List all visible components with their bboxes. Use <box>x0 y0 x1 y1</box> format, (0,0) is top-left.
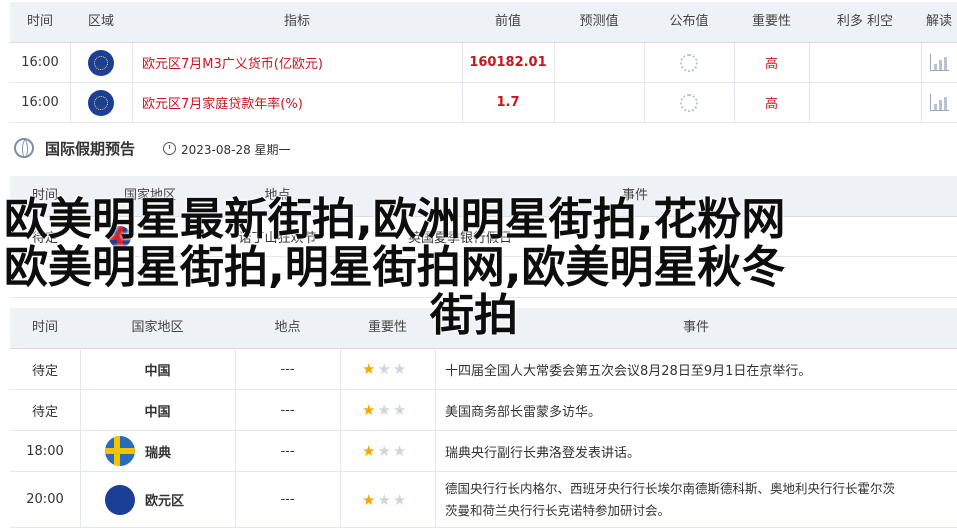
col-importance: 重要性 <box>367 320 407 335</box>
event-text: 十四届全国人大常委会第五次会议8月28日至9月1日在京举行。 <box>445 363 812 379</box>
clock-icon <box>163 142 176 155</box>
indicator-link[interactable]: 欧元区7月M3广义货币(亿欧元) <box>132 43 462 82</box>
country: 中国 <box>144 363 171 379</box>
col-actual: 公布值 <box>669 14 709 29</box>
col-country: 国家地区 <box>131 320 184 335</box>
importance-level: 高 <box>764 57 778 72</box>
country: 瑞典 <box>145 445 172 461</box>
importance-stars: ★ ★★ <box>362 401 409 419</box>
overlay-title-line2: 欧美明星街拍,明星街拍网,欧美明星秋冬 <box>4 242 786 293</box>
event-text: 德国央行行长内格尔、西班牙央行行长埃尔南德斯德科斯、奥地利央行行长霍尔茨 茨曼和… <box>445 480 896 518</box>
importance-level: 高 <box>764 97 778 112</box>
col-analysis: 解读 <box>925 14 952 29</box>
col-impact: 利多 利空 <box>836 14 894 29</box>
table-row: 20:00 欧元区 --- ★ ★★ 德国央行行长内格尔、西班牙央行行长埃尔南德斯… <box>10 472 957 528</box>
calendar-header: 时间 区域 指标 前值 预测值 公布值 重要性 利多 利空 解读 <box>10 2 957 43</box>
chart-icon[interactable] <box>921 43 957 82</box>
country: 欧元区 <box>145 494 185 509</box>
table-row: 18:00 瑞典 --- ★ ★★ 瑞典央行副行长弗洛登发表讲话。 <box>10 431 957 472</box>
col-time: 时间 <box>26 14 53 29</box>
prev-value: 1.7 <box>496 95 520 110</box>
importance-stars: ★ ★★ <box>362 442 409 460</box>
table-row: 待定 中国 --- ★ ★★ 十四届全国人大常委会第五次会议8月28日至9月1日在… <box>10 349 957 390</box>
table-row: 待定 中国 --- ★ ★★ 美国商务部长雷蒙多访华。 <box>10 390 957 431</box>
section-title: 国际假期预告 <box>45 140 136 158</box>
loading-icon <box>644 83 734 122</box>
importance-stars: ★ ★★ <box>362 490 409 509</box>
col-indicator: 指标 <box>283 14 310 29</box>
loading-icon <box>644 43 734 82</box>
overlay-title-line1: 欧美明星最新街拍,欧洲明星街拍,花粉网 <box>4 194 786 245</box>
col-importance: 重要性 <box>751 14 791 29</box>
overlay-title-line3: 街拍 <box>430 290 518 341</box>
col-place: 地点 <box>274 320 301 335</box>
col-prev: 前值 <box>494 14 521 29</box>
eu-flag-icon <box>70 83 132 122</box>
event-text: 瑞典央行副行长弗洛登发表讲话。 <box>445 445 641 461</box>
prev-value: 160182.01 <box>469 55 547 70</box>
eu-flag-icon <box>70 43 132 82</box>
col-time: 时间 <box>31 320 58 335</box>
country: 中国 <box>144 404 171 420</box>
importance-stars: ★ ★★ <box>362 360 409 378</box>
table-row: 16:00 欧元区7月家庭贷款年率(%) 1.7 高 <box>10 83 957 123</box>
col-region: 区域 <box>87 14 114 29</box>
table-row: 16:00 欧元区7月M3广义货币(亿欧元) 160182.01 高 <box>10 43 957 83</box>
eu-flag-icon <box>105 484 135 515</box>
indicator-link[interactable]: 欧元区7月家庭贷款年率(%) <box>132 83 462 122</box>
holiday-date: 2023-08-28 星期一 <box>181 143 291 157</box>
chart-icon[interactable] <box>921 83 957 122</box>
event-text: 美国商务部长雷蒙多访华。 <box>445 404 602 420</box>
sweden-flag-icon <box>105 436 135 466</box>
globe-icon <box>14 138 34 158</box>
col-forecast: 预测值 <box>579 14 619 29</box>
row-time: 16:00 <box>21 55 59 70</box>
row-time: 16:00 <box>21 95 59 110</box>
